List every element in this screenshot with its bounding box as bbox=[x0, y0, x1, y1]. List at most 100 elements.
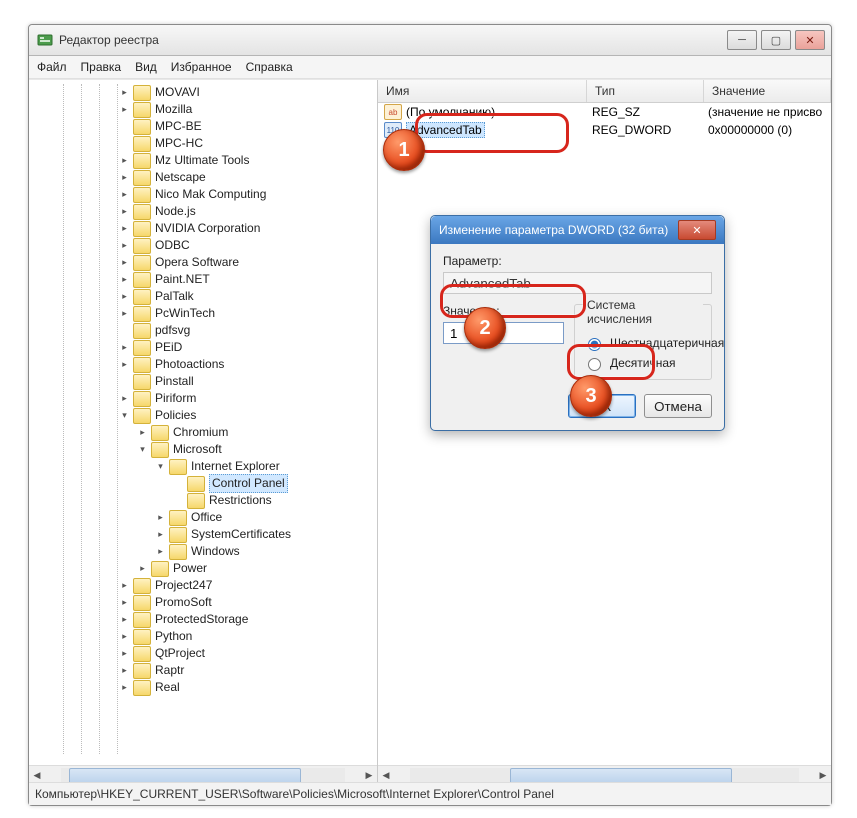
tree-node[interactable]: ▸ PromoSoft bbox=[29, 594, 377, 611]
radio-hex-input[interactable] bbox=[588, 338, 601, 351]
expand-icon[interactable]: ▸ bbox=[119, 665, 130, 676]
tree-node[interactable]: ▸Python bbox=[29, 628, 377, 645]
expand-icon[interactable]: ▸ bbox=[155, 529, 166, 540]
tree-node[interactable]: ▾Policies bbox=[29, 407, 377, 424]
tree-node[interactable]: ▸ Mozilla bbox=[29, 101, 377, 118]
radio-dec[interactable]: Десятичная bbox=[583, 355, 703, 371]
tree-node[interactable]: ▸Nico Mak Computing bbox=[29, 186, 377, 203]
tree-node[interactable]: ▸Raptr bbox=[29, 662, 377, 679]
tree-node[interactable]: ▸Chromium bbox=[29, 424, 377, 441]
tree-node[interactable]: ▸MOVAVI bbox=[29, 84, 377, 101]
expand-icon[interactable]: ▸ bbox=[119, 597, 130, 608]
tree-node[interactable]: ▸Office bbox=[29, 509, 377, 526]
expand-icon[interactable]: ▸ bbox=[119, 580, 130, 591]
collapse-icon[interactable]: ▾ bbox=[137, 444, 148, 455]
titlebar[interactable]: Редактор реестра ─ ▢ ✕ bbox=[29, 25, 831, 56]
dialog-titlebar[interactable]: Изменение параметра DWORD (32 бита) ✕ bbox=[431, 216, 724, 244]
tree-node[interactable]: ▸Piriform bbox=[29, 390, 377, 407]
tree-node[interactable]: ▸Mz Ultimate Tools bbox=[29, 152, 377, 169]
tree-node[interactable]: ▸Opera Software bbox=[29, 254, 377, 271]
list-cell-name: AdvancedTab bbox=[406, 122, 485, 138]
tree-node[interactable]: ▸PEiD bbox=[29, 339, 377, 356]
minimize-button[interactable]: ─ bbox=[727, 30, 757, 50]
col-value[interactable]: Значение bbox=[704, 80, 831, 102]
scroll-right-icon[interactable]: ▶ bbox=[361, 768, 377, 782]
expand-icon[interactable]: ▸ bbox=[119, 257, 130, 268]
tree-node[interactable]: pdfsvg bbox=[29, 322, 377, 339]
dialog-close-button[interactable]: ✕ bbox=[678, 220, 716, 240]
expand-icon[interactable]: ▸ bbox=[119, 631, 130, 642]
tree-node[interactable]: ▸Photoactions bbox=[29, 356, 377, 373]
tree-node[interactable]: Control Panel bbox=[29, 475, 377, 492]
expand-icon[interactable]: ▸ bbox=[119, 206, 130, 217]
col-name[interactable]: Имя bbox=[378, 80, 587, 102]
tree-node[interactable]: ▸Power bbox=[29, 560, 377, 577]
tree-node[interactable]: ▸PalTalk bbox=[29, 288, 377, 305]
expand-icon[interactable]: ▸ bbox=[119, 172, 130, 183]
tree-node[interactable]: ▸SystemCertificates bbox=[29, 526, 377, 543]
list-header[interactable]: Имя Тип Значение bbox=[378, 80, 831, 103]
expand-icon[interactable]: ▸ bbox=[119, 393, 130, 404]
tree-node[interactable]: ▸Real bbox=[29, 679, 377, 696]
expand-icon[interactable]: ▸ bbox=[119, 155, 130, 166]
expand-icon[interactable]: ▸ bbox=[119, 342, 130, 353]
menu-edit[interactable]: Правка bbox=[81, 60, 122, 74]
expand-icon[interactable]: ▸ bbox=[119, 291, 130, 302]
tree-node[interactable]: ▸Project247 bbox=[29, 577, 377, 594]
tree-node[interactable]: MPC-BE bbox=[29, 118, 377, 135]
maximize-button[interactable]: ▢ bbox=[761, 30, 791, 50]
expand-icon[interactable]: ▸ bbox=[119, 223, 130, 234]
expand-icon[interactable]: ▸ bbox=[119, 189, 130, 200]
tree-node[interactable]: Pinstall bbox=[29, 373, 377, 390]
folder-icon bbox=[133, 323, 151, 339]
tree-node[interactable]: ▸PcWinTech bbox=[29, 305, 377, 322]
scroll-left-icon[interactable]: ◀ bbox=[29, 768, 45, 782]
menu-file[interactable]: Файл bbox=[37, 60, 67, 74]
tree-node[interactable]: ▸ODBC bbox=[29, 237, 377, 254]
value-input[interactable] bbox=[443, 322, 564, 344]
collapse-icon[interactable]: ▾ bbox=[119, 410, 130, 421]
menu-favorites[interactable]: Избранное bbox=[171, 60, 232, 74]
tree-node[interactable]: ▸Paint.NET bbox=[29, 271, 377, 288]
tree-node[interactable]: Restrictions bbox=[29, 492, 377, 509]
list-row[interactable]: ab(По умолчанию)REG_SZ(значение не присв… bbox=[378, 103, 831, 121]
expand-icon[interactable]: ▸ bbox=[155, 512, 166, 523]
expand-icon[interactable]: ▸ bbox=[119, 308, 130, 319]
expand-icon[interactable]: ▸ bbox=[137, 427, 148, 438]
list-cell-type: REG_DWORD bbox=[584, 123, 700, 137]
expand-icon[interactable]: ▸ bbox=[119, 274, 130, 285]
ok-button[interactable]: ОК bbox=[568, 394, 636, 418]
expand-icon[interactable]: ▸ bbox=[119, 359, 130, 370]
expand-icon[interactable]: ▸ bbox=[119, 104, 130, 115]
expand-icon[interactable]: ▸ bbox=[155, 546, 166, 557]
cancel-button[interactable]: Отмена bbox=[644, 394, 712, 418]
tree-node[interactable]: ▾Microsoft bbox=[29, 441, 377, 458]
list-row[interactable]: 110AdvancedTabREG_DWORD0x00000000 (0) bbox=[378, 121, 831, 139]
menu-view[interactable]: Вид bbox=[135, 60, 157, 74]
tree-node[interactable]: ▾Internet Explorer bbox=[29, 458, 377, 475]
radio-hex[interactable]: Шестнадцатеричная bbox=[583, 335, 703, 351]
tree-pane[interactable]: ▸MOVAVI ▸ MozillaMPC-BEMPC-HC▸Mz Ultimate … bbox=[29, 80, 378, 784]
tree-node[interactable]: ▸Netscape bbox=[29, 169, 377, 186]
tree-node[interactable]: ▸ProtectedStorage bbox=[29, 611, 377, 628]
tree-node[interactable]: ▸QtProject bbox=[29, 645, 377, 662]
tree-node[interactable]: MPC-HC bbox=[29, 135, 377, 152]
scroll-right-icon[interactable]: ▶ bbox=[815, 768, 831, 782]
close-button[interactable]: ✕ bbox=[795, 30, 825, 50]
tree-node[interactable]: ▸Windows bbox=[29, 543, 377, 560]
expand-icon[interactable]: ▸ bbox=[119, 614, 130, 625]
tree-node[interactable]: ▸NVIDIA Corporation bbox=[29, 220, 377, 237]
tree-node[interactable]: ▸Node.js bbox=[29, 203, 377, 220]
collapse-icon[interactable]: ▾ bbox=[155, 461, 166, 472]
scroll-left-icon[interactable]: ◀ bbox=[378, 768, 394, 782]
expand-icon[interactable]: ▸ bbox=[119, 648, 130, 659]
expand-icon[interactable]: ▸ bbox=[119, 682, 130, 693]
tree-node-label: PromoSoft bbox=[155, 594, 212, 611]
expand-icon[interactable]: ▸ bbox=[137, 563, 148, 574]
col-type[interactable]: Тип bbox=[587, 80, 704, 102]
expand-icon[interactable]: ▸ bbox=[119, 87, 130, 98]
tree-node-label: Mozilla bbox=[155, 101, 192, 118]
menu-help[interactable]: Справка bbox=[246, 60, 293, 74]
expand-icon[interactable]: ▸ bbox=[119, 240, 130, 251]
radio-dec-input[interactable] bbox=[588, 358, 601, 371]
